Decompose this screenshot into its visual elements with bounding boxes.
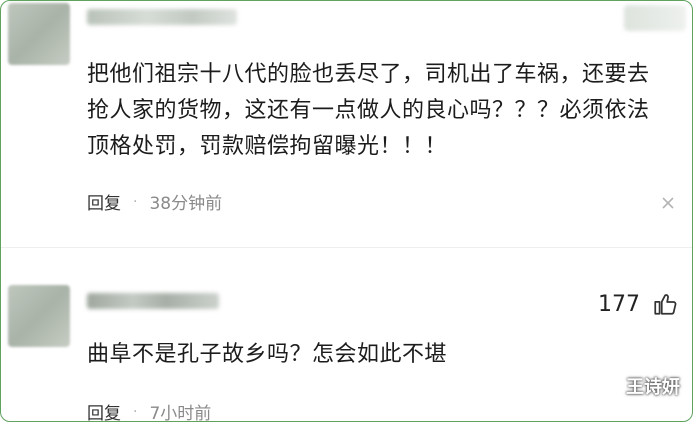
- username-blurred[interactable]: [87, 9, 237, 25]
- username-blurred[interactable]: [87, 293, 219, 309]
- comment-meta: 回复 · 38分钟前: [87, 189, 223, 215]
- meta-separator: ·: [133, 193, 138, 210]
- reply-button[interactable]: 回复: [87, 189, 121, 214]
- comment-item: 把他们祖宗十八代的脸也丢尽了，司机出了车祸，还要去抢人家的货物，这还有一点做人的…: [1, 1, 692, 233]
- comment-meta: 回复 · 7小时前: [87, 399, 211, 422]
- meta-separator: ·: [133, 403, 138, 420]
- like-count: 177: [598, 291, 640, 317]
- comment-text: 曲阜不是孔子故乡吗？怎会如此不堪: [87, 342, 448, 367]
- reply-button[interactable]: 回复: [87, 399, 121, 421]
- avatar[interactable]: [8, 3, 70, 65]
- comment-time: 38分钟前: [149, 194, 223, 214]
- comment-item: 177 曲阜不是孔子故乡吗？怎会如此不堪 回复 · 7小时前: [1, 269, 692, 422]
- badge-blurred: [624, 5, 686, 31]
- watermark: 王诗妍: [626, 377, 680, 398]
- comment-panel: 把他们祖宗十八代的脸也丢尽了，司机出了车祸，还要去抢人家的货物，这还有一点做人的…: [0, 0, 693, 422]
- avatar[interactable]: [8, 285, 70, 347]
- comment-time: 7小时前: [149, 404, 212, 422]
- close-icon[interactable]: [660, 195, 676, 211]
- divider: [1, 247, 692, 248]
- comment-text: 把他们祖宗十八代的脸也丢尽了，司机出了车祸，还要去抢人家的货物，这还有一点做人的…: [87, 62, 650, 159]
- thumbs-up-icon[interactable]: [652, 291, 678, 317]
- like-group: 177: [598, 291, 678, 317]
